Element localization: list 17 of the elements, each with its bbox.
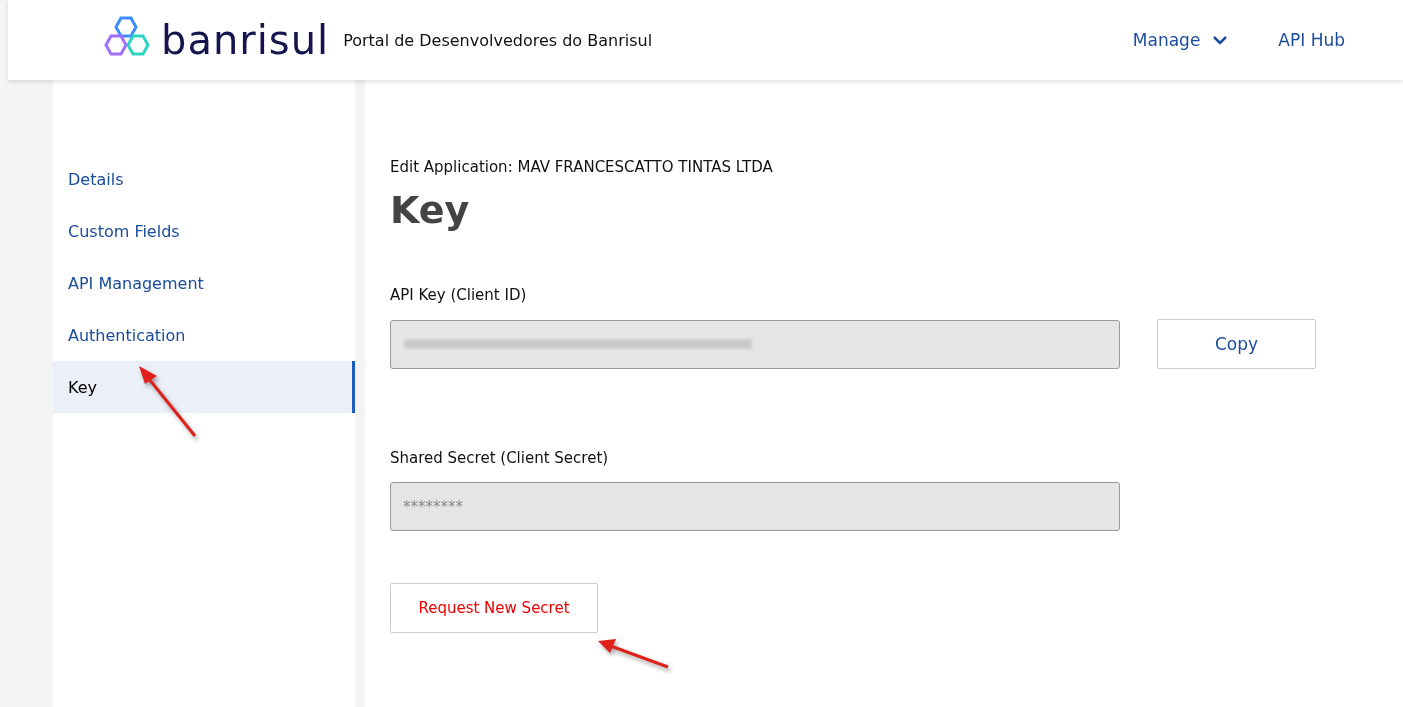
- page-title: Key: [390, 188, 471, 232]
- sidebar-item[interactable]: Custom Fields: [53, 205, 355, 257]
- copy-button[interactable]: Copy: [1157, 319, 1316, 369]
- chevron-down-icon: [1212, 35, 1229, 45]
- logo-wordmark: banrisul: [161, 20, 330, 60]
- portal-title: Portal de Desenvolvedores do Banrisul: [343, 30, 653, 50]
- sidebar-item[interactable]: Key: [53, 361, 355, 413]
- sidebar-item[interactable]: Authentication: [53, 309, 355, 361]
- field-label: Shared Secret (Client Secret): [390, 449, 610, 467]
- request-secret-button[interactable]: Request New Secret: [390, 583, 598, 633]
- nav-link[interactable]: API Hub: [1278, 30, 1345, 50]
- sidebar-item[interactable]: Details: [53, 153, 355, 205]
- api-key-field[interactable]: [390, 319, 1120, 369]
- page-subtitle: Edit Application: MAV FRANCESCATTO TINTAS LTDA: [390, 158, 774, 176]
- manage-menu[interactable]: Manage: [1132, 30, 1229, 50]
- field-label: API Key (Client ID): [390, 286, 528, 304]
- sidebar-item[interactable]: API Management: [53, 257, 355, 309]
